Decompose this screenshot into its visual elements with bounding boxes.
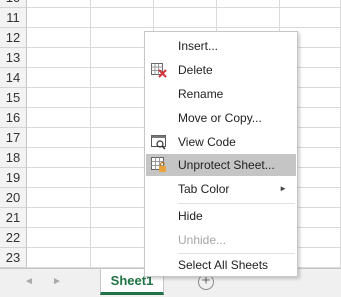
- view-code-icon: [151, 134, 167, 150]
- row-header[interactable]: 23: [0, 248, 27, 268]
- menu-item-label: View Code: [178, 135, 236, 149]
- row-header[interactable]: 14: [0, 68, 27, 88]
- menu-item-label: Unprotect Sheet...: [178, 158, 275, 172]
- menu-item-rename[interactable]: Rename: [146, 83, 296, 105]
- row-header[interactable]: 11: [0, 8, 27, 28]
- menu-item-label: Delete: [178, 63, 213, 77]
- menu-item-unhide: Unhide...: [146, 229, 296, 251]
- menu-item-select-all-sheets[interactable]: Select All Sheets: [146, 254, 296, 276]
- menu-item-label: Move or Copy...: [178, 111, 262, 125]
- row-header[interactable]: 10: [0, 0, 27, 8]
- menu-item-label: Unhide...: [178, 233, 227, 247]
- delete-sheet-icon: [151, 62, 167, 78]
- menu-item-label: Tab Color: [178, 182, 230, 196]
- row-header[interactable]: 22: [0, 228, 27, 248]
- row-header[interactable]: 15: [0, 88, 27, 108]
- unprotect-sheet-icon: [151, 157, 167, 173]
- row-header[interactable]: 19: [0, 168, 27, 188]
- menu-item-tab-color[interactable]: Tab Color ►: [146, 178, 296, 200]
- menu-item-label: Hide: [178, 209, 203, 223]
- grid-row: 11: [0, 8, 341, 28]
- row-header[interactable]: 20: [0, 188, 27, 208]
- menu-item-label: Insert...: [178, 39, 219, 53]
- menu-item-label: Rename: [178, 87, 224, 101]
- submenu-arrow-icon: ►: [279, 184, 287, 193]
- menu-item-label: Select All Sheets: [178, 258, 269, 272]
- scroll-tabs-left-button[interactable]: ◄: [22, 274, 36, 290]
- menu-item-insert[interactable]: Insert...: [146, 35, 296, 57]
- menu-item-move-or-copy[interactable]: Move or Copy...: [146, 107, 296, 129]
- menu-item-unprotect-sheet[interactable]: Unprotect Sheet...: [146, 154, 296, 176]
- row-header[interactable]: 17: [0, 128, 27, 148]
- menu-separator: [178, 203, 295, 204]
- menu-item-view-code[interactable]: View Code: [146, 131, 296, 153]
- row-header[interactable]: 12: [0, 28, 27, 48]
- sheet-context-menu: Insert... Delete Rename Move or Copy...: [144, 31, 298, 277]
- scroll-tabs-right-button[interactable]: ►: [50, 274, 64, 290]
- row-header[interactable]: 13: [0, 48, 27, 68]
- menu-item-hide[interactable]: Hide: [146, 205, 296, 227]
- menu-item-delete[interactable]: Delete: [146, 59, 296, 81]
- row-header[interactable]: 18: [0, 148, 27, 168]
- row-header[interactable]: 21: [0, 208, 27, 228]
- grid-row: 10: [0, 0, 341, 8]
- row-header[interactable]: 16: [0, 108, 27, 128]
